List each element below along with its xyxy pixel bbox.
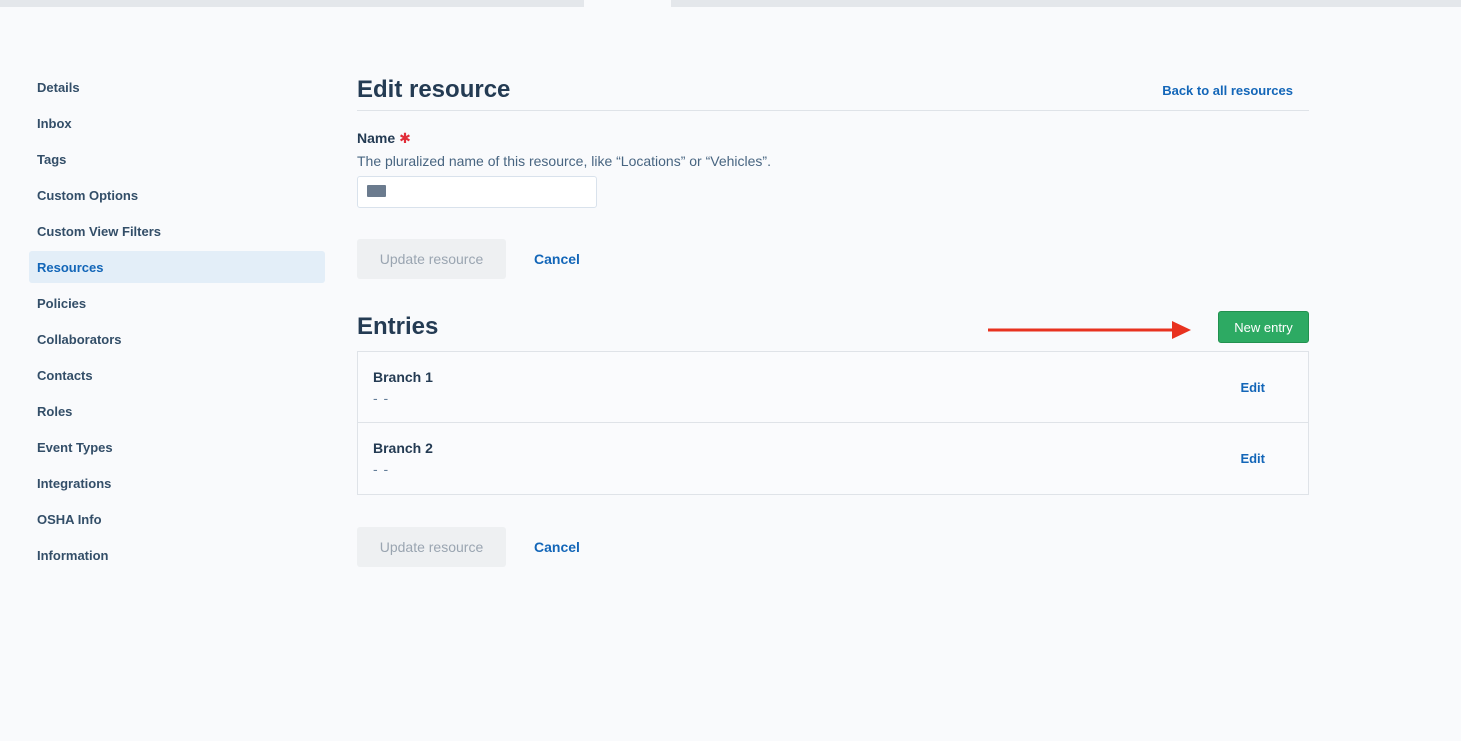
sidebar-item-inbox[interactable]: Inbox xyxy=(29,107,325,139)
entry-name: Branch 2 xyxy=(373,440,433,456)
name-field: Name ✱ The pluralized name of this resou… xyxy=(357,129,1309,208)
entries-list: Branch 1 - - Edit Branch 2 - - Edit xyxy=(357,351,1309,495)
new-entry-button[interactable]: New entry xyxy=(1218,311,1309,343)
sidebar-item-integrations[interactable]: Integrations xyxy=(29,467,325,499)
entry-subtitle: - - xyxy=(373,461,390,477)
cancel-button[interactable]: Cancel xyxy=(534,539,580,555)
name-label-text: Name xyxy=(357,130,396,146)
sidebar-item-custom-options[interactable]: Custom Options xyxy=(29,179,325,211)
back-to-resources-link[interactable]: Back to all resources xyxy=(1162,83,1293,98)
name-label: Name ✱ xyxy=(357,129,1309,147)
top-form-actions: Update resource Cancel xyxy=(357,239,580,279)
arrow-head xyxy=(1172,321,1191,339)
page-title: Edit resource xyxy=(357,76,511,103)
redacted-input-value xyxy=(367,185,386,197)
sidebar-item-tags[interactable]: Tags xyxy=(29,143,325,175)
sidebar-item-policies[interactable]: Policies xyxy=(29,287,325,319)
sidebar-nav: Details Inbox Tags Custom Options Custom… xyxy=(29,71,325,575)
list-item: Branch 1 - - Edit xyxy=(358,352,1308,423)
sidebar-item-roles[interactable]: Roles xyxy=(29,395,325,427)
page-header: Edit resource Back to all resources xyxy=(357,70,1309,111)
sidebar-item-resources[interactable]: Resources xyxy=(29,251,325,283)
required-asterisk-icon: ✱ xyxy=(399,129,411,146)
update-resource-button[interactable]: Update resource xyxy=(357,239,506,279)
main-content: Edit resource Back to all resources Name… xyxy=(357,70,1309,208)
edit-entry-link[interactable]: Edit xyxy=(1240,380,1265,395)
list-item: Branch 2 - - Edit xyxy=(358,423,1308,494)
sidebar-item-information[interactable]: Information xyxy=(29,539,325,571)
top-bar-left xyxy=(0,0,584,7)
sidebar-item-event-types[interactable]: Event Types xyxy=(29,431,325,463)
cancel-button[interactable]: Cancel xyxy=(534,251,580,267)
entry-name: Branch 1 xyxy=(373,369,433,385)
sidebar-item-custom-view-filters[interactable]: Custom View Filters xyxy=(29,215,325,247)
sidebar-item-osha-info[interactable]: OSHA Info xyxy=(29,503,325,535)
top-bar-right xyxy=(671,0,1461,7)
edit-entry-link[interactable]: Edit xyxy=(1240,451,1265,466)
sidebar-item-collaborators[interactable]: Collaborators xyxy=(29,323,325,355)
bottom-form-actions: Update resource Cancel xyxy=(357,527,580,567)
sidebar-item-contacts[interactable]: Contacts xyxy=(29,359,325,391)
entry-subtitle: - - xyxy=(373,390,390,406)
sidebar-item-details[interactable]: Details xyxy=(29,71,325,103)
entries-heading: Entries xyxy=(357,313,439,340)
name-help-text: The pluralized name of this resource, li… xyxy=(357,153,771,169)
annotation-arrow-icon xyxy=(988,321,1191,339)
update-resource-button[interactable]: Update resource xyxy=(357,527,506,567)
name-input[interactable] xyxy=(357,176,597,208)
